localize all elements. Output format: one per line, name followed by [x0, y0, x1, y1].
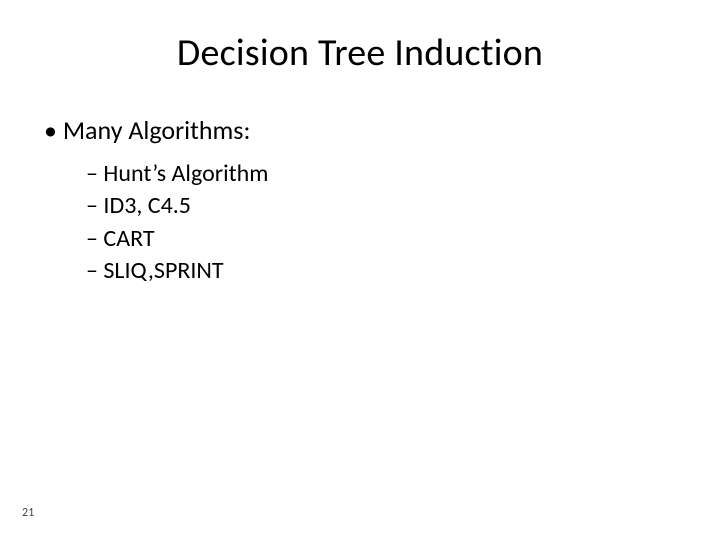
bullet-level-1: Many Algorithms:	[44, 114, 680, 146]
page-number: 21	[22, 506, 34, 520]
bullet-level-2: SLIQ,SPRINT	[86, 255, 680, 287]
bullet-level-2: ID3, C4.5	[86, 190, 680, 222]
bullet-level-2: Hunt’s Algorithm	[86, 158, 680, 190]
slide-title: Decision Tree Induction	[40, 30, 680, 76]
bullet-level-2: CART	[86, 223, 680, 255]
slide: Decision Tree Induction Many Algorithms:…	[0, 0, 720, 540]
